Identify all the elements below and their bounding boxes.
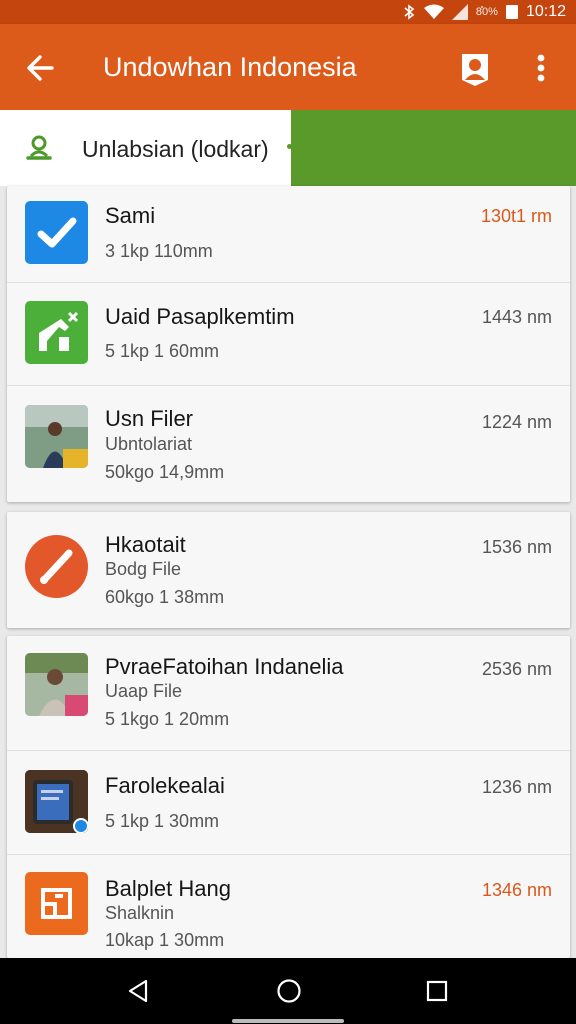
item-name: Farolekealai (105, 773, 225, 798)
tab-label: Unlabsian (lodkar) (82, 136, 269, 162)
item-meta: 5 1kp 1 60mm (105, 341, 220, 361)
nav-back-icon[interactable] (124, 976, 154, 1006)
list-item[interactable]: Hkaotait Bodg File 60kgo 1 38mm 1536 nm (7, 512, 570, 628)
battery-percent: 8̊0% (475, 6, 498, 18)
brush-app-icon (25, 535, 88, 598)
file-card: PvraeFatoihan Indanelia Uaap File 5 1kgo… (7, 636, 570, 958)
gesture-handle (232, 1019, 344, 1023)
item-name: Usn Filer (105, 406, 194, 431)
file-card: Hkaotait Bodg File 60kgo 1 38mm 1536 nm (7, 512, 570, 628)
person-outline-icon (26, 135, 52, 160)
frame-app-icon (25, 872, 88, 935)
tablet-photo-thumbnail (25, 770, 88, 833)
item-time: 2536 nm (481, 659, 552, 679)
person-photo-thumbnail (25, 653, 88, 716)
item-time: 1346 nm (481, 880, 552, 900)
battery-icon (505, 5, 518, 19)
page-title: Undowhan Indonesia (103, 52, 357, 82)
photo-thumbnail (25, 405, 88, 468)
item-subtitle: Shalknin (105, 903, 175, 923)
item-meta: 50kgo 14,9mm (105, 462, 225, 482)
list-item[interactable]: Sami 3 1kp 110mm 130t1 rm (7, 186, 570, 282)
tab-selected[interactable]: Unlabsian (lodkar) (0, 110, 291, 186)
item-name: Sami (105, 203, 156, 228)
item-name: Uaid Pasaplkemtim (105, 304, 295, 329)
list-item[interactable]: Uaid Pasaplkemtim 5 1kp 1 60mm 1443 nm (7, 283, 570, 385)
list-item[interactable]: Farolekealai 5 1kp 1 30mm 1236 nm (7, 751, 570, 854)
item-name: Hkaotait (105, 532, 186, 557)
item-meta: 3 1kp 110mm (105, 241, 213, 261)
cell-signal-icon (451, 4, 468, 20)
item-subtitle: Bodg File (105, 559, 182, 579)
status-bar: 8̊0% 10:12 (0, 0, 576, 24)
item-meta: 5 1kgo 1 20mm (105, 709, 230, 729)
item-subtitle: Ubntolariat (105, 434, 193, 454)
more-vert-icon[interactable] (526, 48, 556, 88)
item-time: 1536 nm (481, 537, 552, 557)
account-badge-icon[interactable] (456, 48, 494, 88)
item-meta: 10kap 1 30mm (105, 930, 225, 950)
item-name: PvraeFatoihan Indanelia (105, 654, 344, 679)
app-bar: Undowhan Indonesia (0, 24, 576, 110)
checkmark-app-icon (25, 201, 88, 264)
wifi-icon (423, 4, 444, 19)
back-arrow-icon[interactable] (22, 48, 62, 88)
bluetooth-icon (404, 4, 415, 20)
list-item[interactable]: Usn Filer Ubntolariat 50kgo 14,9mm 1224 … (7, 386, 570, 502)
tab-indicator (287, 144, 292, 149)
item-time: 1443 nm (481, 307, 552, 327)
item-time: 130t1 rm (480, 206, 552, 226)
clock: 10:12 (525, 3, 566, 20)
item-name: Balplet Hang (105, 876, 231, 901)
list-item[interactable]: Balplet Hang Shalknin 10kap 1 30mm 1346 … (7, 855, 570, 958)
item-subtitle: Uaap File (105, 681, 183, 701)
file-card: Sami 3 1kp 110mm 130t1 rm Uaid Pasaplkem… (7, 186, 570, 502)
tab-strip: Unlabsian (lodkar) (0, 110, 576, 186)
status-icons: 8̊0% 10:12 (402, 2, 566, 22)
list-item[interactable]: PvraeFatoihan Indanelia Uaap File 5 1kgo… (7, 636, 570, 750)
nav-recents-icon[interactable] (423, 977, 451, 1005)
item-time: 1224 nm (481, 412, 552, 432)
navigation-bar (0, 958, 576, 1024)
item-meta: 60kgo 1 38mm (105, 587, 225, 607)
green-tool-app-icon (25, 301, 88, 364)
item-meta: 5 1kp 1 30mm (105, 811, 220, 831)
item-time: 1236 nm (481, 777, 552, 797)
nav-home-icon[interactable] (274, 976, 304, 1006)
